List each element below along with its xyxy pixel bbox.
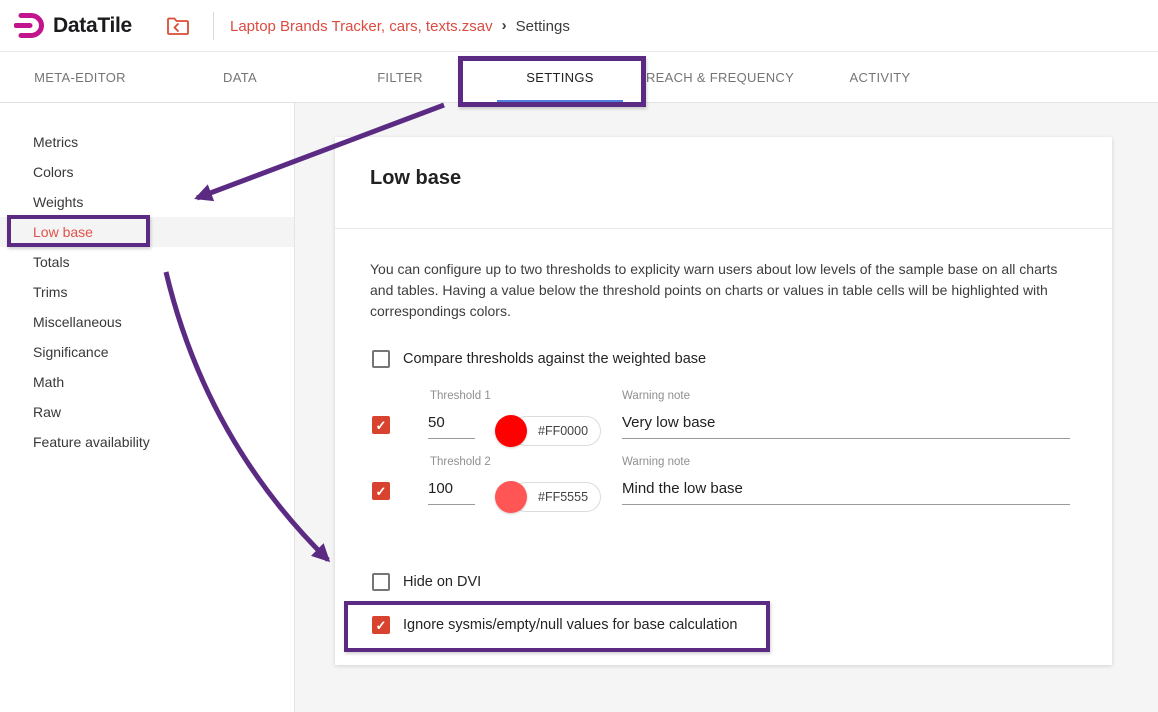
breadcrumb-current-page: Settings <box>516 18 570 35</box>
sidebar-item-metrics[interactable]: Metrics <box>0 127 294 157</box>
threshold-1-label: Threshold 1 <box>430 390 491 402</box>
back-to-projects-folder-icon[interactable] <box>166 16 190 36</box>
ignore-sysmis-row: Ignore sysmis/empty/null values for base… <box>372 616 737 634</box>
app-logo[interactable]: DataTile <box>14 11 132 40</box>
sidebar-item-significance[interactable]: Significance <box>0 337 294 367</box>
sidebar-item-totals[interactable]: Totals <box>0 247 294 277</box>
hide-on-dvi-checkbox[interactable] <box>372 573 390 591</box>
active-tab-underline <box>497 100 623 103</box>
card-header-divider <box>335 228 1112 229</box>
tab-filter[interactable]: FILTER <box>320 52 480 103</box>
sidebar-item-weights[interactable]: Weights <box>0 187 294 217</box>
threshold-2-color-swatch[interactable] <box>495 481 527 513</box>
threshold-2-checkbox[interactable] <box>372 482 390 500</box>
sidebar-item-feature-availability[interactable]: Feature availability <box>0 427 294 457</box>
sidebar-item-trims[interactable]: Trims <box>0 277 294 307</box>
tab-activity-label: ACTIVITY <box>850 70 911 85</box>
tab-activity[interactable]: ACTIVITY <box>800 52 960 103</box>
tab-settings[interactable]: SETTINGS <box>480 52 640 103</box>
sidebar-item-raw[interactable]: Raw <box>0 397 294 427</box>
breadcrumb-chevron-icon: › <box>502 17 507 34</box>
compare-weighted-base-label: Compare thresholds against the weighted … <box>403 351 706 367</box>
datatile-logo-icon <box>14 11 46 40</box>
compare-weighted-base-row: Compare thresholds against the weighted … <box>372 350 706 368</box>
threshold-2-warning-note-label: Warning note <box>622 456 690 468</box>
breadcrumb: Laptop Brands Tracker, cars, texts.zsav … <box>230 0 570 52</box>
hide-on-dvi-label: Hide on DVI <box>403 574 481 590</box>
settings-sidebar: Metrics Colors Weights Low base Totals T… <box>0 103 295 712</box>
topbar-divider <box>213 12 214 40</box>
tab-data-label: DATA <box>223 70 257 85</box>
sidebar-item-colors[interactable]: Colors <box>0 157 294 187</box>
panel-description: You can configure up to two thresholds t… <box>370 259 1060 322</box>
threshold-1-value-input[interactable] <box>428 407 475 439</box>
ignore-sysmis-label: Ignore sysmis/empty/null values for base… <box>403 617 737 633</box>
breadcrumb-project-link[interactable]: Laptop Brands Tracker, cars, texts.zsav <box>230 18 493 35</box>
threshold-1-warning-note-label: Warning note <box>622 390 690 402</box>
tab-reach-frequency-label: REACH & FREQUENCY <box>646 70 794 85</box>
tab-filter-label: FILTER <box>377 70 423 85</box>
logo-wordmark: DataTile <box>53 14 132 38</box>
tab-meta-editor[interactable]: META-EDITOR <box>0 52 160 103</box>
compare-weighted-base-checkbox[interactable] <box>372 350 390 368</box>
threshold-2-label: Threshold 2 <box>430 456 491 468</box>
ignore-sysmis-checkbox[interactable] <box>372 616 390 634</box>
hide-on-dvi-row: Hide on DVI <box>372 573 481 591</box>
sidebar-item-math[interactable]: Math <box>0 367 294 397</box>
threshold-1-warning-note-input[interactable] <box>622 407 1070 439</box>
tab-data[interactable]: DATA <box>160 52 320 103</box>
threshold-1-checkbox[interactable] <box>372 416 390 434</box>
low-base-settings-card: Low base You can configure up to two thr… <box>335 137 1112 665</box>
threshold-2-warning-note-input[interactable] <box>622 473 1070 505</box>
main-tab-bar: META-EDITOR DATA FILTER SETTINGS REACH &… <box>0 52 1158 103</box>
sidebar-item-miscellaneous[interactable]: Miscellaneous <box>0 307 294 337</box>
top-bar: DataTile Laptop Brands Tracker, cars, te… <box>0 0 1158 52</box>
panel-title: Low base <box>370 167 461 190</box>
threshold-2-value-input[interactable] <box>428 473 475 505</box>
sidebar-item-low-base[interactable]: Low base <box>0 217 294 247</box>
threshold-1-color-swatch[interactable] <box>495 415 527 447</box>
tab-reach-frequency[interactable]: REACH & FREQUENCY <box>640 52 800 103</box>
tab-meta-editor-label: META-EDITOR <box>34 70 126 85</box>
tab-settings-label: SETTINGS <box>526 70 593 85</box>
